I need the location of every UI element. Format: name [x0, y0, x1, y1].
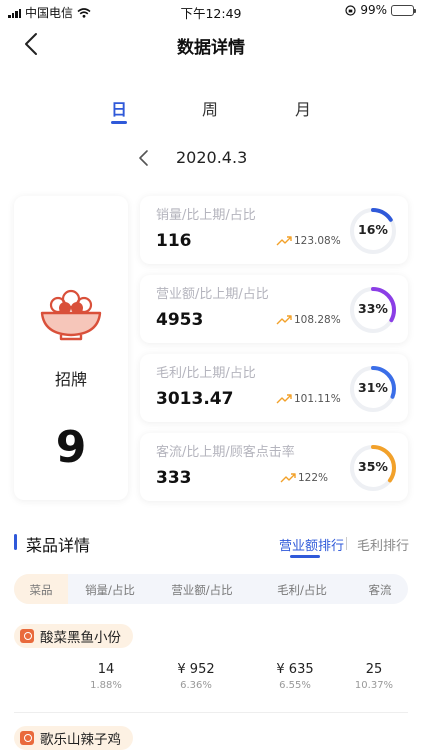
tab-day[interactable]: 日 [99, 96, 139, 124]
page-title: 数据详情 [177, 38, 245, 58]
profit-percent: 6.55% [279, 680, 311, 691]
sales-percent: 1.88% [90, 680, 122, 691]
metric-change: 123.08% [294, 235, 341, 247]
tab-profit-rank[interactable]: 毛利排行 [357, 535, 409, 554]
column-header-revenue[interactable]: 营业额/占比 [152, 582, 252, 598]
revenue-percent: 6.36% [180, 680, 212, 691]
metric-change: 101.11% [294, 393, 341, 405]
battery-percent: 99% [360, 3, 387, 17]
metric-trend: 123.08% [276, 235, 341, 247]
rank-tab-divider [346, 537, 347, 550]
date-selector: 2020.4.3 [0, 146, 422, 170]
tab-month-label: 月 [294, 100, 311, 119]
period-tabs: 日 周 月 [0, 96, 422, 128]
battery-icon [391, 4, 416, 16]
metric-label: 毛利/比上期/占比 [156, 366, 256, 381]
metric-trend: 101.11% [276, 393, 341, 405]
profit-value: ¥ 635 [276, 662, 314, 677]
tab-day-label: 日 [110, 100, 127, 119]
dish-icon [20, 629, 34, 643]
metric-percent: 31% [358, 380, 388, 395]
cell-revenue: ¥ 952 6.36% [156, 662, 236, 691]
signature-count: 9 [55, 422, 87, 473]
metric-card-traffic[interactable]: 客流/比上期/顾客点击率 333 122% 35% [140, 433, 408, 501]
trend-up-icon [276, 394, 292, 404]
column-header-profit[interactable]: 毛利/占比 [252, 582, 352, 598]
cell-profit: ¥ 635 6.55% [255, 662, 335, 691]
tab-week-label: 周 [201, 100, 218, 119]
trend-up-icon [280, 473, 296, 483]
rank-tab-underline [290, 555, 320, 558]
current-date: 2020.4.3 [176, 148, 248, 167]
cell-traffic: 25 10.37% [334, 662, 414, 691]
trend-up-icon [276, 315, 292, 325]
metric-change: 108.28% [294, 314, 341, 326]
metric-value: 116 [156, 231, 192, 251]
dish-name-tag[interactable]: 酸菜黑鱼小份 [14, 624, 133, 648]
metric-percent: 33% [358, 301, 388, 316]
metric-trend: 122% [280, 472, 328, 484]
tab-revenue-rank[interactable]: 营业额排行 [279, 535, 344, 554]
table-header: 菜品 销量/占比 营业额/占比 毛利/占比 客流 [14, 574, 408, 604]
trend-up-icon [276, 236, 292, 246]
signature-dish-card[interactable]: 招牌 9 [14, 196, 128, 500]
metric-change: 122% [298, 472, 329, 484]
metric-trend: 108.28% [276, 314, 341, 326]
tab-active-underline [111, 121, 127, 124]
dish-name: 酸菜黑鱼小份 [40, 630, 121, 646]
cell-sales: 14 1.88% [66, 662, 146, 691]
dish-name-tag[interactable]: 歌乐山辣子鸡 [14, 726, 133, 750]
sales-value: 14 [97, 662, 115, 677]
dish-name: 歌乐山辣子鸡 [40, 732, 121, 748]
status-bar: 中国电信 下午12:49 99% [0, 0, 422, 22]
dish-icon [20, 731, 34, 745]
metric-card-revenue[interactable]: 营业额/比上期/占比 4953 108.28% 33% [140, 275, 408, 343]
column-header-traffic[interactable]: 客流 [352, 582, 408, 598]
metric-label: 营业额/比上期/占比 [156, 287, 269, 302]
metric-label: 客流/比上期/顾客点击率 [156, 445, 295, 460]
section-accent-bar [14, 534, 17, 550]
metric-card-sales[interactable]: 销量/比上期/占比 116 123.08% 16% [140, 196, 408, 264]
signature-label: 招牌 [54, 370, 87, 389]
previous-date-icon[interactable] [134, 148, 154, 168]
metric-value: 4953 [156, 310, 204, 330]
section-title: 菜品详情 [26, 536, 91, 555]
metric-label: 销量/比上期/占比 [156, 208, 256, 223]
column-header-sales[interactable]: 销量/占比 [68, 582, 152, 598]
metric-value: 333 [156, 468, 192, 488]
bowl-icon [40, 289, 102, 341]
row-divider [14, 712, 408, 713]
traffic-percent: 10.37% [354, 680, 394, 691]
tab-week[interactable]: 周 [190, 96, 230, 120]
metric-value: 3013.47 [156, 389, 234, 409]
revenue-value: ¥ 952 [177, 662, 215, 677]
metric-card-gross-profit[interactable]: 毛利/比上期/占比 3013.47 101.11% 31% [140, 354, 408, 422]
tab-month[interactable]: 月 [283, 96, 323, 120]
metric-percent: 16% [358, 222, 388, 237]
orientation-lock-icon [345, 4, 356, 16]
nav-bar: 数据详情 [0, 22, 422, 66]
traffic-value: 25 [365, 662, 383, 677]
metric-percent: 35% [358, 459, 388, 474]
column-header-dish[interactable]: 菜品 [14, 582, 68, 598]
